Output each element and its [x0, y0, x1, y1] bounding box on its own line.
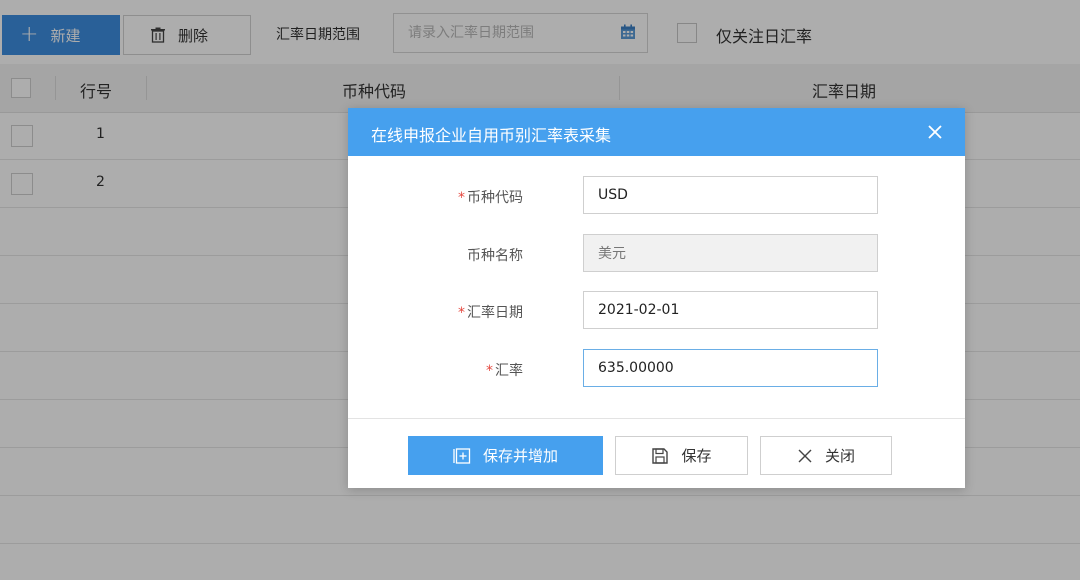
rate-label: * 汇率	[486, 363, 523, 379]
dialog-header: 在线申报企业自用币别汇率表采集	[348, 108, 965, 156]
save-button[interactable]: 保存	[615, 436, 748, 475]
rate-date-label: * 汇率日期	[458, 305, 523, 321]
rate-entry-dialog: 在线申报企业自用币别汇率表采集 *币种代码 币种名称 *汇率日期 *汇率	[348, 108, 965, 488]
rate-input[interactable]	[583, 349, 878, 387]
dialog-footer: 保存并增加 保存 关闭	[348, 418, 965, 488]
add-box-icon	[453, 447, 471, 464]
close-label: 关闭	[824, 447, 855, 465]
rate-date-input[interactable]	[583, 291, 878, 329]
required-mark: *	[458, 305, 465, 321]
form-row-currency-code: * 币种代码	[348, 176, 965, 216]
required-mark: *	[458, 190, 465, 206]
currency-name-input	[583, 234, 878, 272]
form-row-rate: * 汇率	[348, 349, 965, 389]
currency-name-label: 币种名称	[467, 248, 523, 264]
close-button[interactable]: 关闭	[760, 436, 892, 475]
page: + 新建 删除 汇率日期范围 请录入汇率日期范围 仅关注日汇率 行号 币种代码 …	[0, 0, 1080, 580]
floppy-disk-icon	[651, 447, 669, 465]
required-mark: *	[486, 363, 493, 379]
save-and-add-label: 保存并增加	[482, 447, 558, 465]
currency-code-input[interactable]	[583, 176, 878, 214]
form-row-rate-date: * 汇率日期	[348, 291, 965, 331]
form-row-currency-name: 币种名称	[348, 234, 965, 274]
currency-code-label: * 币种代码	[458, 190, 523, 206]
save-label: 保存	[681, 447, 712, 465]
close-x-icon	[797, 448, 813, 464]
close-icon[interactable]	[925, 122, 945, 142]
save-and-add-button[interactable]: 保存并增加	[408, 436, 603, 475]
dialog-title: 在线申报企业自用币别汇率表采集	[371, 126, 612, 145]
